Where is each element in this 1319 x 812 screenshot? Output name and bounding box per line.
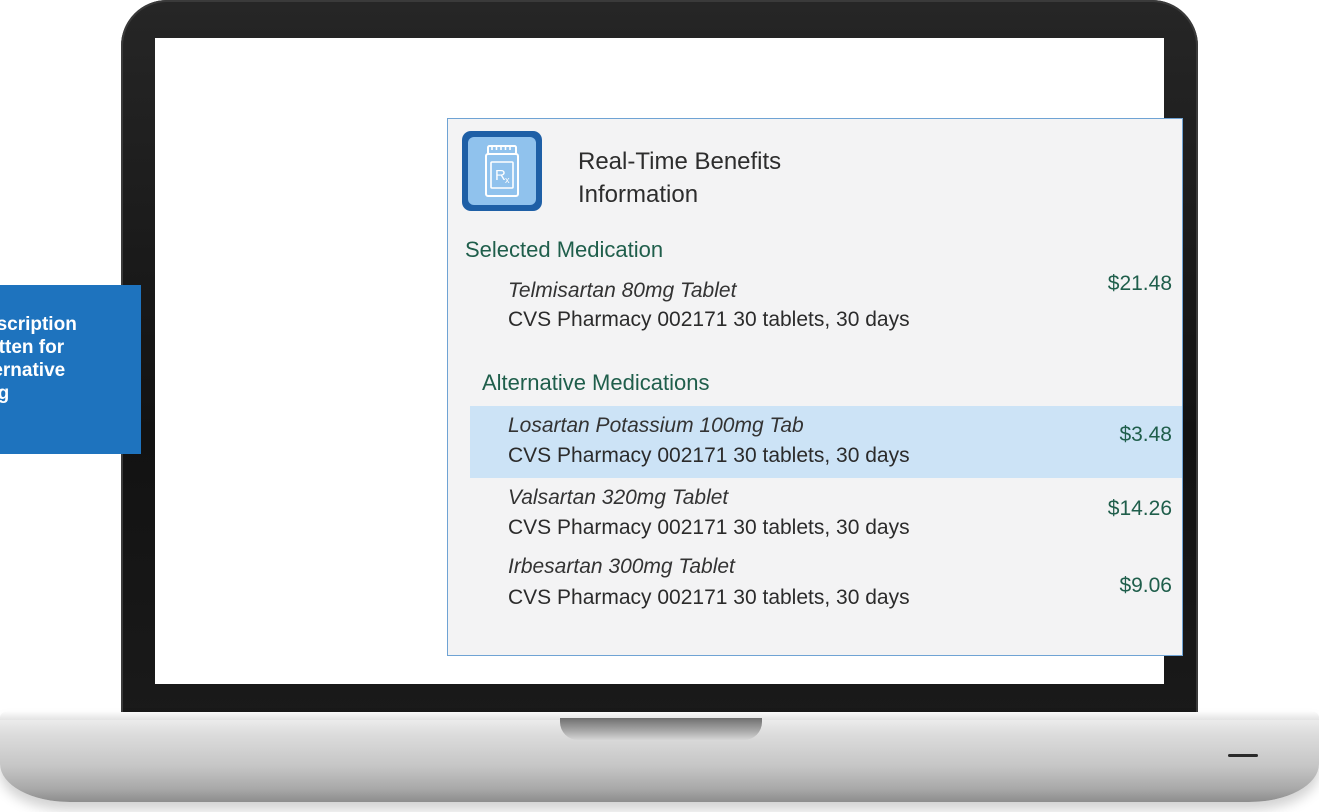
medication-pharmacy-detail: CVS Pharmacy 002171 30 tablets, 30 days (508, 586, 910, 609)
medication-name: Losartan Potassium 100mg Tab (508, 414, 804, 437)
medication-price: $21.48 (1107, 272, 1172, 295)
description-callout-label: escription ritten for ternative ug (0, 285, 141, 454)
laptop-screen: R x Real-Time Benefits Information Selec… (155, 38, 1183, 684)
power-indicator (1228, 754, 1258, 757)
svg-text:x: x (505, 175, 510, 185)
laptop-base (0, 712, 1319, 802)
prescription-bottle-icon: R x (462, 131, 542, 211)
selected-medication-row[interactable]: Telmisartan 80mg Tablet $21.48 CVS Pharm… (470, 267, 1182, 339)
medication-pharmacy-detail: CVS Pharmacy 002171 30 tablets, 30 days (508, 308, 910, 331)
medication-pharmacy-detail: CVS Pharmacy 002171 30 tablets, 30 days (508, 444, 910, 467)
medication-name: Irbesartan 300mg Tablet (508, 555, 735, 578)
alternative-medication-row[interactable]: Valsartan 320mg Tablet $14.26 CVS Pharma… (470, 481, 1182, 553)
alternative-medications-heading: Alternative Medications (482, 370, 710, 395)
laptop-mockup: R x Real-Time Benefits Information Selec… (0, 0, 1319, 812)
alternative-medication-row[interactable]: Losartan Potassium 100mg Tab $3.48 CVS P… (470, 406, 1182, 478)
selected-medication-heading: Selected Medication (465, 237, 664, 262)
medication-name: Valsartan 320mg Tablet (508, 486, 729, 509)
medication-price: $14.26 (1107, 497, 1172, 520)
laptop-opening-notch (560, 718, 762, 740)
callout-text: escription ritten for ternative ug (0, 314, 77, 404)
real-time-benefits-panel: R x Real-Time Benefits Information Selec… (447, 118, 1183, 656)
panel-title: Real-Time Benefits Information (578, 148, 782, 208)
alternative-medication-row[interactable]: Irbesartan 300mg Tablet $9.06 CVS Pharma… (470, 551, 1182, 623)
medication-name: Telmisartan 80mg Tablet (508, 279, 737, 302)
medication-pharmacy-detail: CVS Pharmacy 002171 30 tablets, 30 days (508, 516, 910, 539)
medication-price: $3.48 (1119, 423, 1172, 446)
medication-price: $9.06 (1119, 574, 1172, 597)
